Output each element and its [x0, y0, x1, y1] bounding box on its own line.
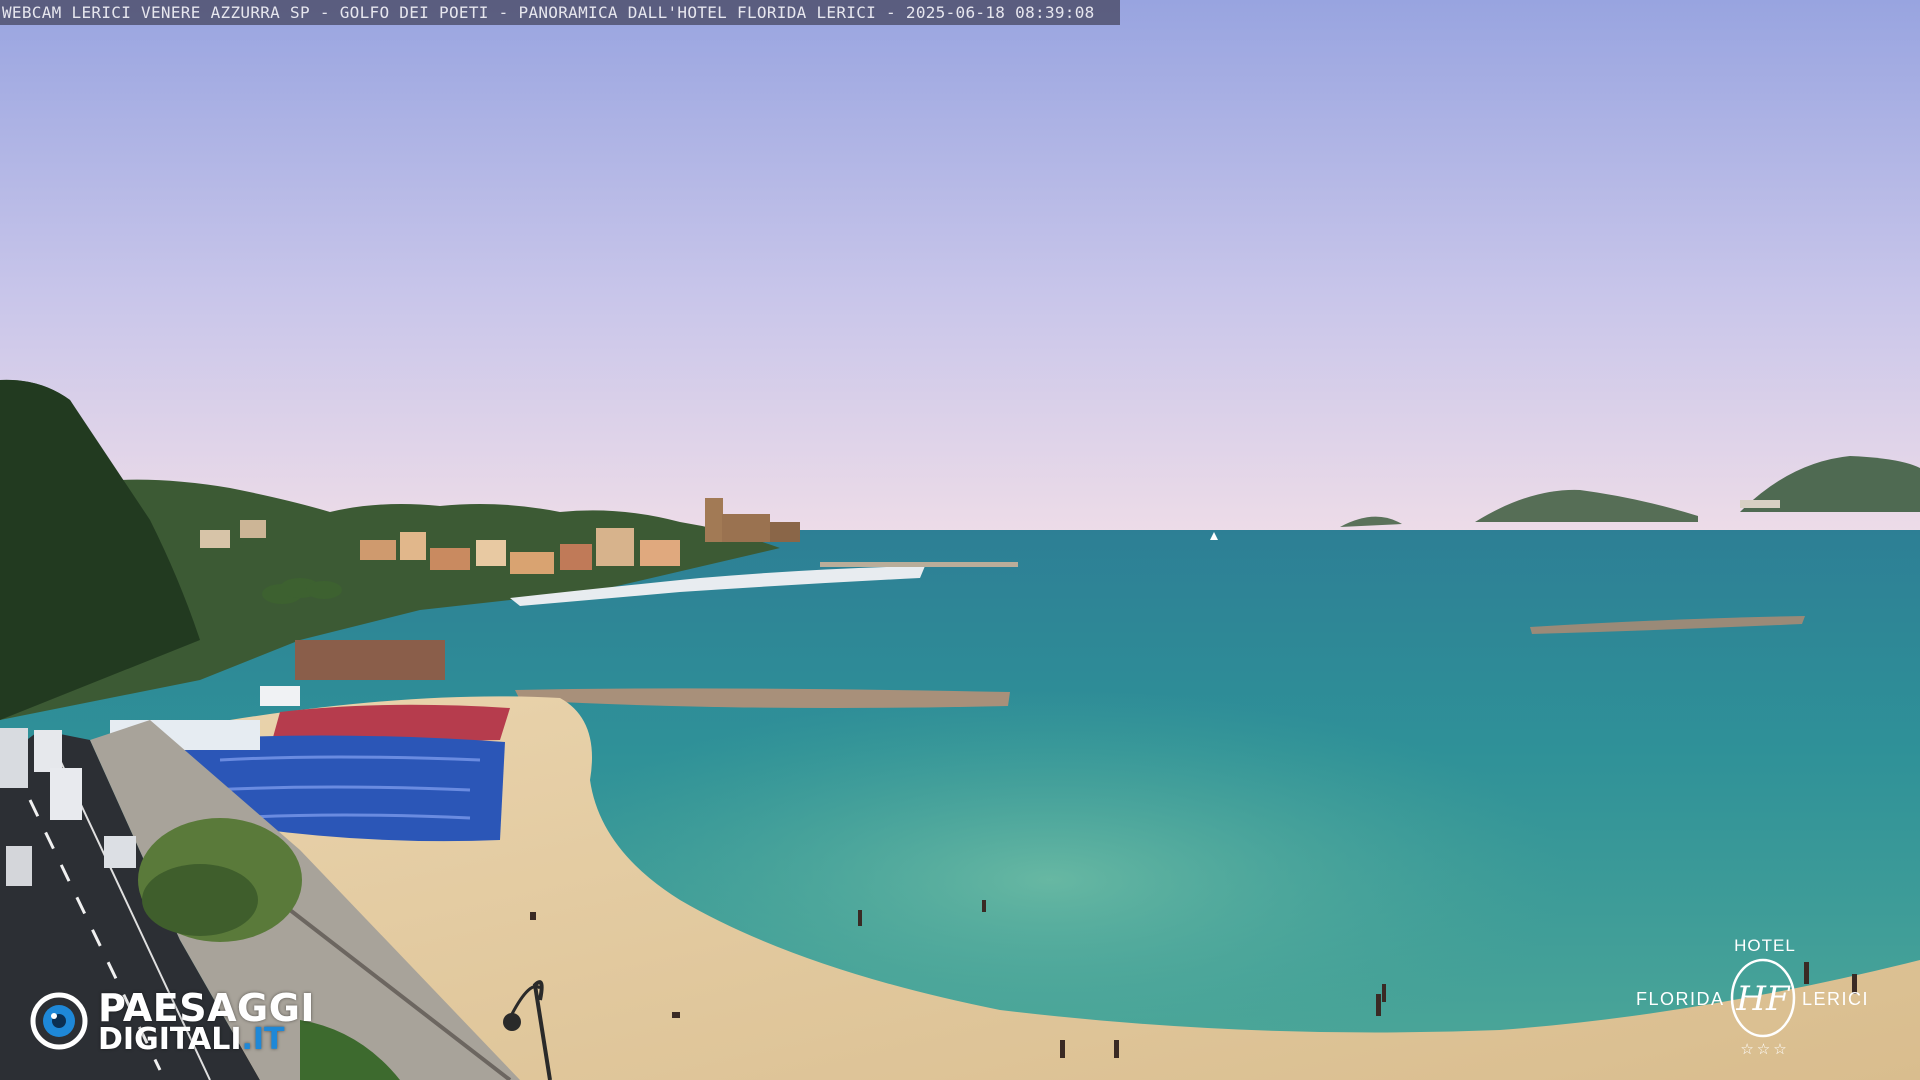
hotel-stars: ☆☆☆ — [1740, 1040, 1790, 1058]
webcam-caption: WEBCAM LERICI VENERE AZZURRA SP - GOLFO … — [0, 0, 1120, 25]
paesaggi-digitali-logo: PAESAGGI DIGITALI.IT — [30, 988, 350, 1058]
logo-line2: DIGITALI.IT — [98, 1024, 285, 1056]
hotel-name-right: LERICI — [1802, 989, 1870, 1009]
hotel-name-left: FLORIDA — [1636, 989, 1725, 1009]
tree-shade — [142, 864, 258, 936]
logo-line2-main: DIGITALI — [98, 1022, 242, 1057]
logo-line2-tld: .IT — [241, 1022, 285, 1057]
webcam-frame: WEBCAM LERICI VENERE AZZURRA SP - GOLFO … — [0, 0, 1920, 1080]
hotel-word: HOTEL — [1734, 936, 1796, 955]
webcam-scene — [0, 0, 1920, 1080]
hotel-monogram-text: HF — [1735, 979, 1791, 1019]
hotel-florida-logo: HOTEL FLORIDA HF LERICI ☆☆☆ — [1630, 934, 1890, 1064]
caption-text: WEBCAM LERICI VENERE AZZURRA SP - GOLFO … — [2, 3, 1095, 22]
sky — [0, 0, 1920, 545]
breakwater-harbor — [820, 562, 1018, 567]
island-village — [1740, 500, 1780, 508]
eye-icon — [30, 992, 88, 1050]
hotel-monogram-icon: HF — [1730, 958, 1796, 1038]
